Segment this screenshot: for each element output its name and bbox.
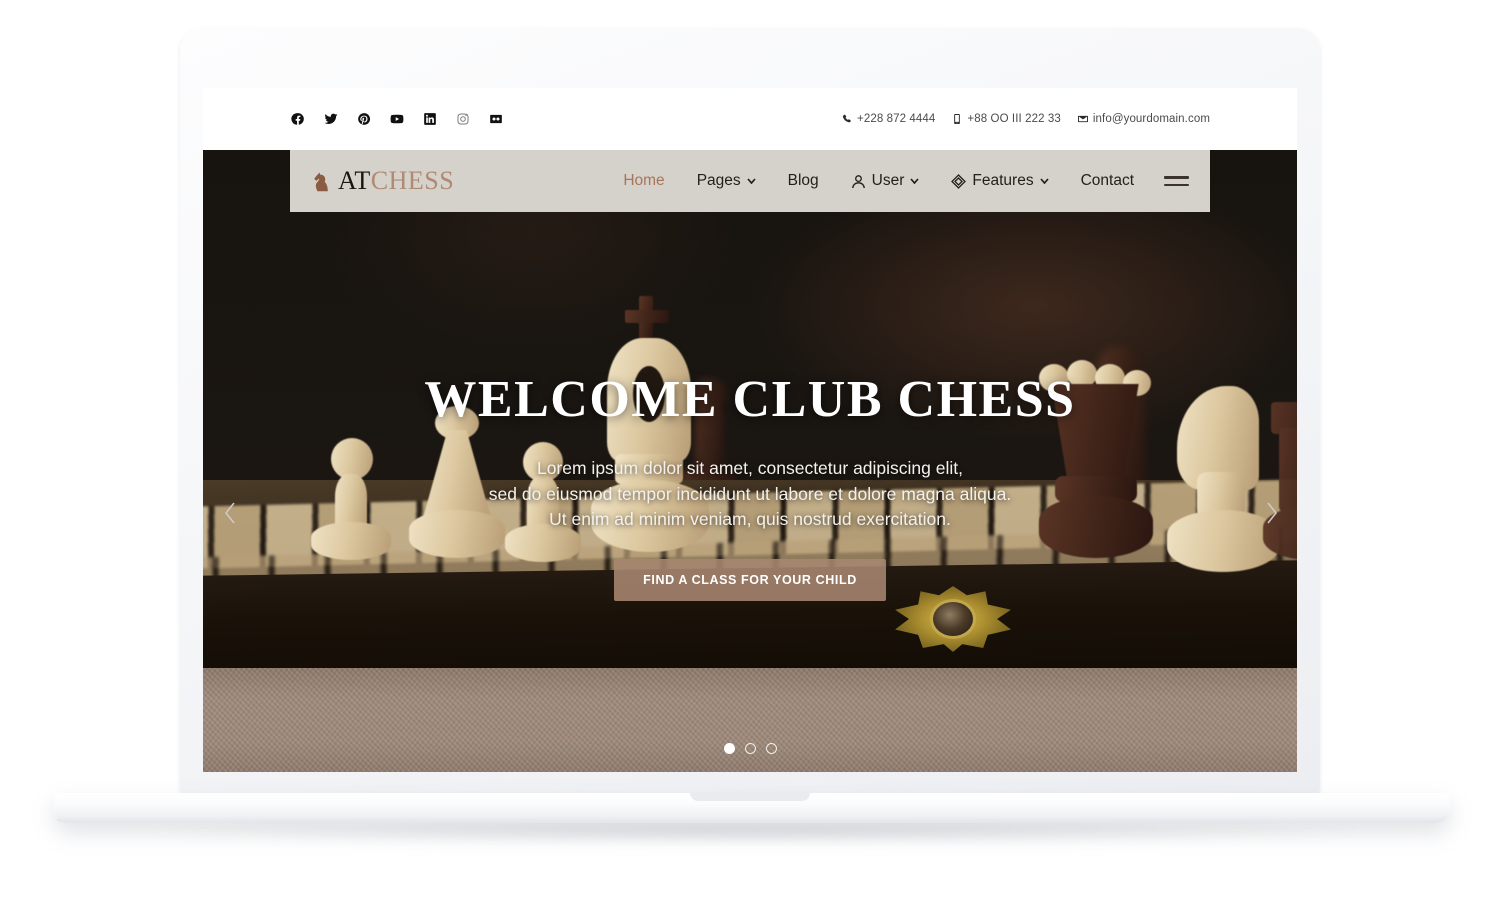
- flickr-icon[interactable]: [488, 112, 503, 127]
- primary-nav: Home Pages Blog User Features Contact: [607, 171, 1189, 190]
- nav-item-pages-label: Pages: [696, 172, 741, 189]
- logo-at: AT: [338, 166, 371, 195]
- site-logo-text: ATCHESS: [338, 166, 454, 196]
- hamburger-icon[interactable]: [1164, 171, 1189, 190]
- nav-item-features-label: Features: [972, 172, 1034, 189]
- slider-dot-1[interactable]: [723, 743, 735, 754]
- browser-viewport: +228 872 4444 +88 OO III 222 33 info@you…: [203, 88, 1297, 772]
- slider-next-button[interactable]: [1255, 498, 1289, 532]
- find-a-class-button[interactable]: FIND A CLASS FOR YOUR CHILD: [614, 558, 886, 601]
- site-logo[interactable]: ATCHESS: [312, 166, 454, 196]
- top-utility-bar-inner: +228 872 4444 +88 OO III 222 33 info@you…: [290, 88, 1210, 150]
- hero-title: WELCOME CLUB CHESS: [424, 371, 1076, 428]
- hero-description: Lorem ipsum dolor sit amet, consectetur …: [489, 456, 1011, 533]
- contact-mobile-text: +88 OO III 222 33: [967, 113, 1061, 125]
- main-navigation-bar: ATCHESS Home Pages Blog User Features Co…: [290, 150, 1210, 212]
- nav-item-user[interactable]: User: [835, 172, 936, 190]
- hero-description-line-1: Lorem ipsum dolor sit amet, consectetur …: [536, 458, 963, 478]
- logo-chess: CHESS: [370, 166, 455, 195]
- laptop-trackpad-notch: [690, 793, 810, 801]
- contact-phone[interactable]: +228 872 4444: [842, 113, 935, 125]
- chevron-right-icon: [1263, 500, 1281, 531]
- slider-dot-3[interactable]: [765, 743, 777, 754]
- contact-email[interactable]: info@yourdomain.com: [1077, 113, 1210, 125]
- chevron-down-icon: [910, 178, 920, 184]
- twitter-icon[interactable]: [323, 112, 338, 127]
- top-utility-bar: +228 872 4444 +88 OO III 222 33 info@you…: [203, 88, 1297, 150]
- instagram-icon[interactable]: [455, 112, 470, 127]
- laptop-mockup: +228 872 4444 +88 OO III 222 33 info@you…: [0, 0, 1500, 913]
- slider-pagination: [203, 743, 1297, 754]
- chevron-down-icon: [1039, 178, 1049, 184]
- chess-knight-icon: [312, 170, 331, 192]
- slider-prev-button[interactable]: [213, 498, 247, 532]
- hero-description-line-3: Ut enim ad minim veniam, quis nostrud ex…: [549, 509, 951, 529]
- nav-item-home-label: Home: [623, 172, 665, 189]
- hero-slider: WELCOME CLUB CHESS Lorem ipsum dolor sit…: [203, 150, 1297, 772]
- hamburger-bar-2: [1164, 183, 1189, 186]
- nav-item-user-label: User: [871, 172, 905, 189]
- nav-item-features[interactable]: Features: [935, 172, 1064, 190]
- pinterest-icon[interactable]: [356, 112, 371, 127]
- chevron-left-icon: [221, 500, 239, 531]
- youtube-icon[interactable]: [389, 112, 404, 127]
- contact-phone-text: +228 872 4444: [857, 113, 936, 125]
- contact-mobile[interactable]: +88 OO III 222 33: [952, 113, 1061, 125]
- user-icon: [851, 174, 866, 189]
- nav-item-contact-label: Contact: [1080, 172, 1134, 189]
- linkedin-icon[interactable]: [422, 112, 437, 127]
- hero-content: WELCOME CLUB CHESS Lorem ipsum dolor sit…: [203, 150, 1297, 772]
- nav-item-pages[interactable]: Pages: [681, 172, 772, 190]
- chevron-down-icon: [747, 178, 756, 184]
- slider-dot-2[interactable]: [744, 743, 756, 754]
- nav-item-contact[interactable]: Contact: [1065, 172, 1150, 190]
- mobile-icon: [952, 113, 962, 125]
- phone-icon: [842, 113, 852, 125]
- contact-email-text: info@yourdomain.com: [1092, 113, 1210, 125]
- hero-description-line-2: sed do eiusmod tempor incididunt ut labo…: [488, 483, 1012, 504]
- nav-item-home[interactable]: Home: [607, 172, 680, 190]
- nav-item-blog-label: Blog: [787, 172, 819, 189]
- hamburger-bar-1: [1164, 176, 1189, 179]
- contact-info: +228 872 4444 +88 OO III 222 33 info@you…: [842, 113, 1210, 125]
- nav-item-blog[interactable]: Blog: [772, 172, 835, 190]
- envelope-icon: [1077, 113, 1088, 125]
- cube-icon: [951, 173, 967, 189]
- facebook-icon[interactable]: [290, 112, 305, 127]
- social-links: [290, 112, 503, 127]
